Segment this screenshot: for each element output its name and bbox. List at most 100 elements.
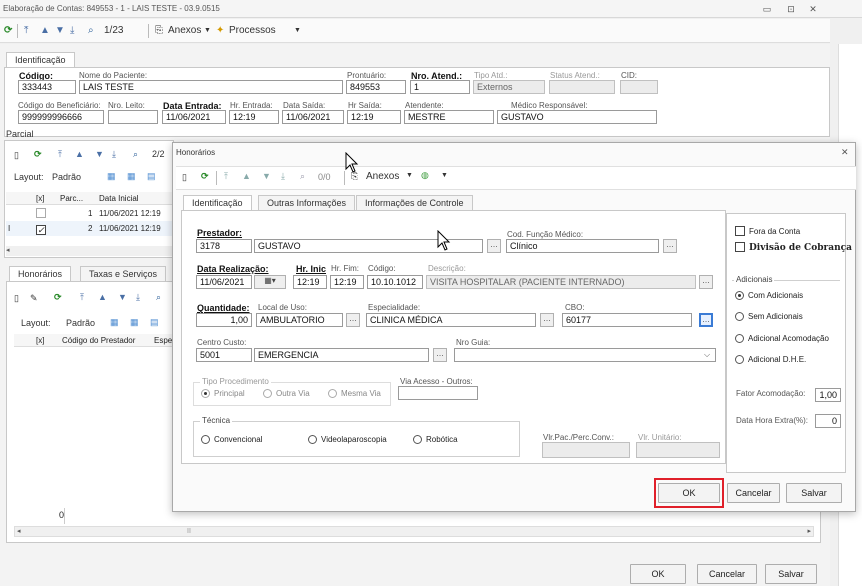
prestador-code-field[interactable]: 3178	[196, 239, 252, 253]
data-realizacao-field[interactable]: 11/06/2021	[196, 275, 252, 289]
data-hora-extra-field[interactable]: 0	[815, 414, 841, 428]
first-record-icon[interactable]: ⤒	[80, 292, 84, 303]
chevron-down-icon[interactable]: ▼	[406, 172, 413, 179]
prev-record-icon[interactable]: ▲	[75, 149, 84, 159]
vlr-pac-field[interactable]	[542, 442, 630, 458]
radio-convencional[interactable]: Convencional	[201, 435, 262, 444]
first-record-icon[interactable]: ⤒	[24, 19, 28, 43]
quantidade-field[interactable]: 1,00	[196, 313, 252, 327]
nome-paciente-field[interactable]: LAIS TESTE	[79, 80, 343, 94]
new-document-icon[interactable]: ▯	[14, 150, 19, 161]
layout-padrao-dropdown[interactable]: Padrão	[52, 172, 81, 182]
processos-menu[interactable]: Processos	[229, 19, 276, 43]
tab-dialog-identificacao[interactable]: Identificação	[183, 195, 252, 211]
last-record-icon[interactable]: ⤓	[70, 19, 74, 43]
layout-grid-icon[interactable]: ▦	[127, 171, 136, 182]
divisao-cobranca-checkbox[interactable]: Divisão de Cobrança	[735, 242, 852, 253]
cancelar-button[interactable]: Cancelar	[697, 564, 757, 584]
table-row[interactable]: I ✓ 2 11/06/2021 12:19	[6, 221, 174, 236]
nro-guia-select[interactable]	[454, 348, 716, 362]
search-binoculars-icon[interactable]: ⌕	[133, 149, 138, 160]
salvar-button[interactable]: Salvar	[765, 564, 817, 584]
refresh-icon[interactable]: ⟳	[201, 171, 209, 182]
maximize-icon[interactable]: ⊡	[784, 3, 798, 15]
last-record-icon[interactable]: ⤓	[136, 292, 140, 303]
layout-padrao-dropdown[interactable]: Padrão	[66, 318, 95, 328]
fator-acomodacao-field[interactable]: 1,00	[815, 388, 841, 402]
radio-videolaparoscopia[interactable]: Videolaparoscopia	[308, 435, 387, 444]
hr-entrada-field[interactable]: 12:19	[229, 110, 279, 124]
local-uso-field[interactable]: AMBULATORIO	[256, 313, 343, 327]
medico-responsavel-field[interactable]: GUSTAVO	[497, 110, 657, 124]
tab-outras-informacoes[interactable]: Outras Informações	[258, 195, 356, 211]
vlr-unitario-field[interactable]	[636, 442, 720, 458]
cbo-lookup-button[interactable]: …	[699, 313, 713, 327]
cid-field[interactable]	[620, 80, 658, 94]
centro-custo-code-field[interactable]: 5001	[196, 348, 252, 362]
layout-export-icon[interactable]: ▤	[150, 317, 159, 328]
descricao-lookup-button[interactable]: …	[699, 275, 713, 289]
fora-conta-checkbox[interactable]: Fora da Conta	[735, 226, 800, 236]
new-document-icon[interactable]: ▯	[182, 172, 187, 183]
status-atend-select[interactable]	[549, 80, 615, 94]
cod-funcao-lookup-button[interactable]: …	[663, 239, 677, 253]
minimize-icon[interactable]: ▭	[760, 3, 774, 15]
tab-informacoes-controle[interactable]: Informações de Controle	[356, 195, 473, 211]
first-record-icon[interactable]: ⤒	[58, 149, 62, 160]
radio-adicional-acomodacao[interactable]: Adicional Acomodação	[735, 334, 829, 343]
next-record-icon[interactable]: ▼	[55, 19, 65, 43]
edit-document-icon[interactable]: ✎	[30, 293, 38, 304]
search-binoculars-icon[interactable]: ⌕	[88, 19, 94, 43]
last-record-icon[interactable]: ⤓	[112, 149, 116, 160]
radio-mesma-via[interactable]: Mesma Via	[328, 389, 381, 398]
horizontal-scrollbar[interactable]: ◂	[6, 246, 174, 256]
layout-export-icon[interactable]: ▤	[147, 171, 156, 182]
cbo-field[interactable]: 60177	[562, 313, 692, 327]
layout-save-icon[interactable]: ▦	[107, 171, 116, 182]
chevron-down-icon[interactable]: ⌵	[704, 350, 710, 360]
radio-robotica[interactable]: Robótica	[413, 435, 458, 444]
local-uso-lookup-button[interactable]: …	[346, 313, 360, 327]
anexos-menu[interactable]: Anexos	[366, 171, 399, 182]
new-document-icon[interactable]: ▯	[14, 293, 19, 304]
refresh-icon[interactable]: ⟳	[4, 19, 12, 43]
attachments-icon[interactable]: ⎘	[155, 19, 163, 43]
chevron-down-icon[interactable]: ▼	[294, 19, 301, 43]
prev-record-icon[interactable]: ▲	[40, 19, 50, 43]
tab-identificacao[interactable]: Identificação	[6, 52, 75, 68]
search-binoculars-icon[interactable]: ⌕	[300, 171, 305, 182]
centro-custo-lookup-button[interactable]: …	[433, 348, 447, 362]
data-saida-field[interactable]: 11/06/2021	[282, 110, 344, 124]
descricao-field[interactable]: VISITA HOSPITALAR (PACIENTE INTERNADO)	[426, 275, 696, 289]
processos-icon[interactable]: ✦	[216, 19, 224, 43]
radio-principal[interactable]: Principal	[201, 389, 245, 398]
next-record-icon[interactable]: ▼	[95, 149, 104, 159]
codigo-field[interactable]: 333443	[18, 80, 76, 94]
first-record-icon[interactable]: ⤒	[224, 171, 228, 182]
layout-grid-icon[interactable]: ▦	[130, 317, 139, 328]
refresh-icon[interactable]: ⟳	[54, 292, 62, 303]
dialog-salvar-button[interactable]: Salvar	[786, 483, 842, 503]
codigo-procedimento-field[interactable]: 10.10.1012	[367, 275, 423, 289]
ok-button[interactable]: OK	[630, 564, 686, 584]
globe-icon[interactable]: ◍	[421, 170, 429, 181]
dialog-close-icon[interactable]: ✕	[841, 147, 849, 158]
prev-record-icon[interactable]: ▲	[242, 171, 251, 181]
radio-adicional-dhe[interactable]: Adicional D.H.E.	[735, 355, 806, 364]
next-record-icon[interactable]: ▼	[118, 292, 127, 302]
radio-sem-adicionais[interactable]: Sem Adicionais	[735, 312, 803, 321]
chevron-down-icon[interactable]: ▼	[204, 19, 211, 43]
cod-beneficiario-field[interactable]: 999999996666	[18, 110, 104, 124]
atendente-field[interactable]: MESTRE	[404, 110, 494, 124]
via-acesso-field[interactable]	[398, 386, 478, 400]
layout-save-icon[interactable]: ▦	[110, 317, 119, 328]
especialidade-lookup-button[interactable]: …	[540, 313, 554, 327]
refresh-icon[interactable]: ⟳	[34, 149, 42, 160]
last-record-icon[interactable]: ⤓	[281, 171, 285, 182]
nro-leito-field[interactable]	[108, 110, 158, 124]
close-icon[interactable]: ✕	[806, 3, 820, 15]
radio-com-adicionais[interactable]: Com Adicionais	[735, 291, 803, 300]
next-record-icon[interactable]: ▼	[262, 171, 271, 181]
calendar-icon[interactable]: ▦▾	[254, 275, 286, 289]
prontuario-field[interactable]: 849553	[346, 80, 406, 94]
